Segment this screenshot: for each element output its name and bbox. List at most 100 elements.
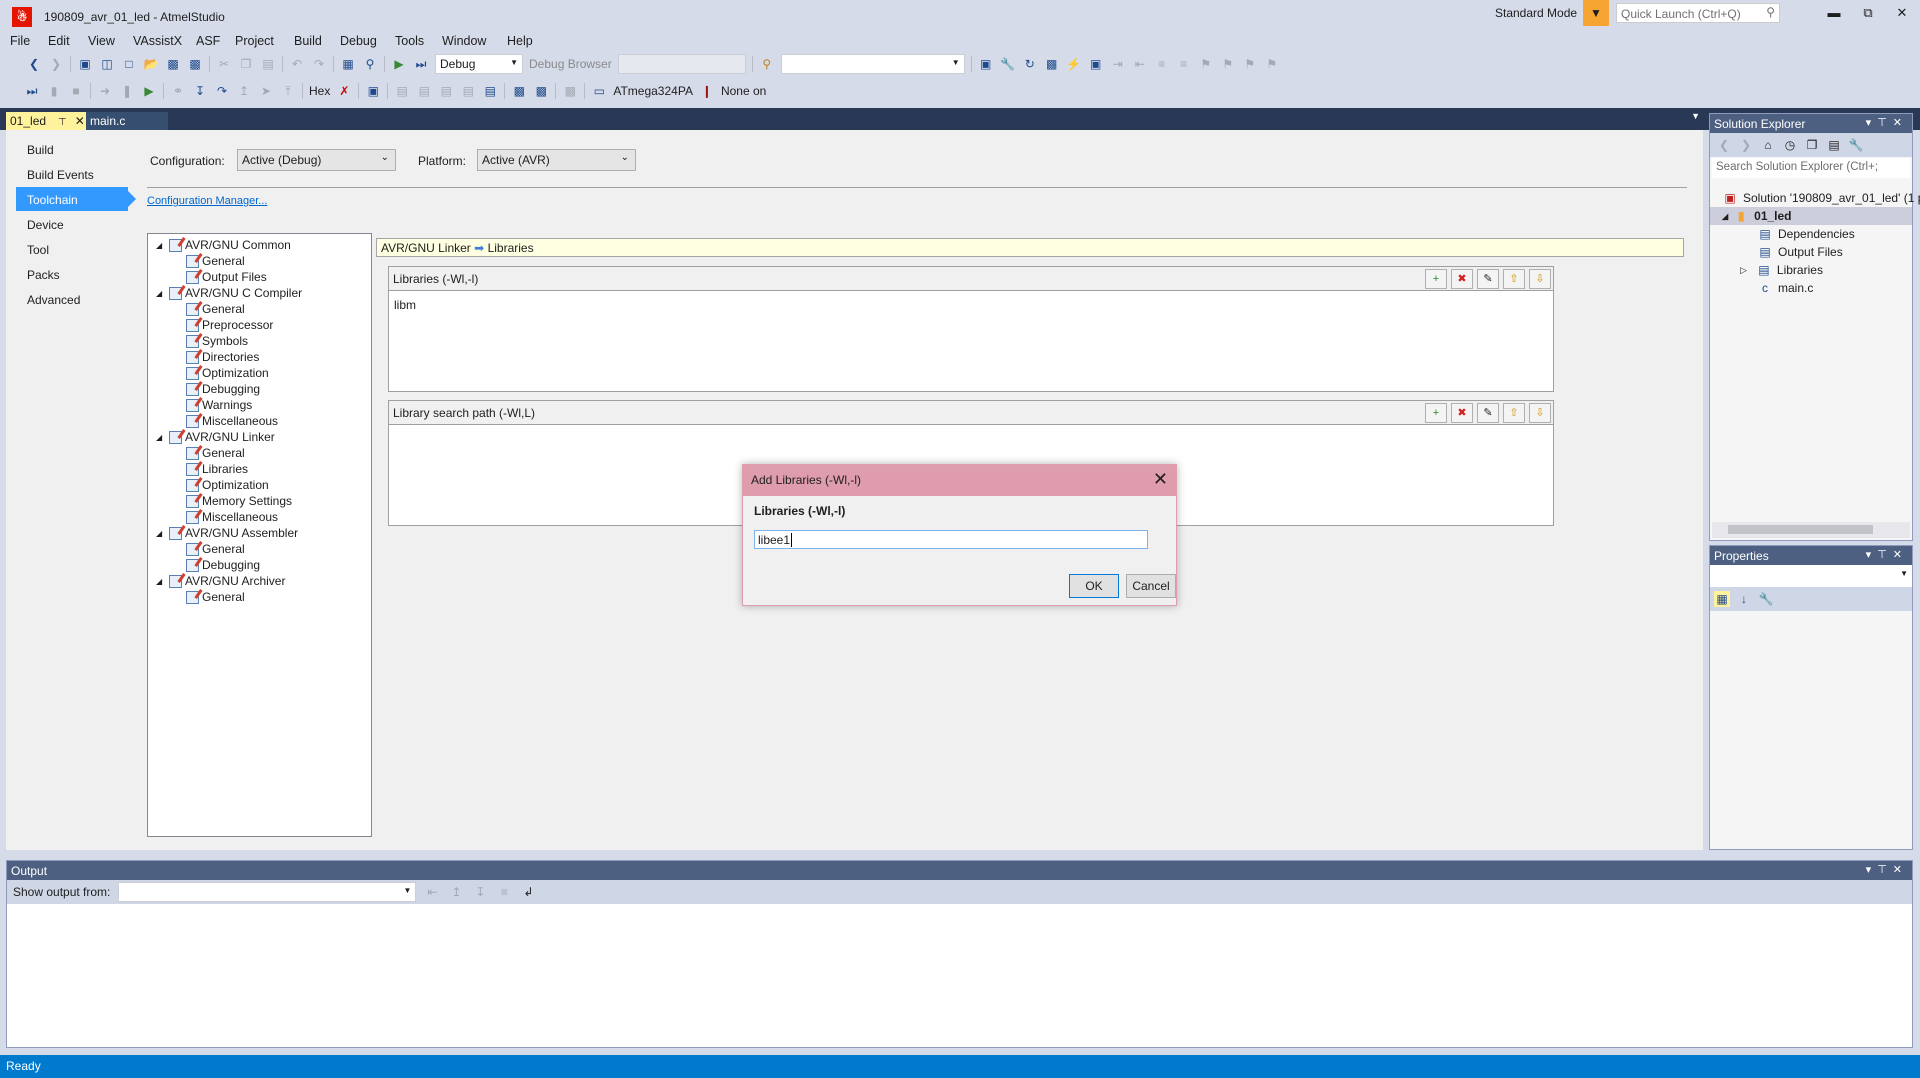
tab-main-c[interactable]: main.c [86, 112, 168, 130]
forward-icon[interactable]: ❯ [48, 56, 64, 72]
device-icon[interactable]: ▩ [1044, 56, 1060, 72]
nav-packs[interactable]: Packs [27, 268, 60, 282]
debug-browser-dropdown[interactable]: Debug Browser [529, 57, 612, 71]
save-icon[interactable]: ▩ [165, 56, 181, 72]
delete-item-button[interactable]: ✖ [1451, 403, 1473, 423]
disable-breakpoints-icon[interactable]: ✗ [336, 83, 352, 99]
add-item-button[interactable]: + [1425, 269, 1447, 289]
break-icon[interactable]: ▮ [46, 83, 62, 99]
tool-selector[interactable]: None on [721, 84, 766, 98]
cancel-button[interactable]: Cancel [1126, 574, 1176, 598]
open-file-icon[interactable]: 📂 [143, 56, 159, 72]
solution-search-input[interactable]: Search Solution Explorer (Ctrl+; [1712, 158, 1910, 178]
platform-select[interactable]: Active (AVR) ⌄ [477, 149, 636, 171]
nav-toolchain[interactable]: Toolchain [27, 193, 78, 207]
nav-build[interactable]: Build [27, 143, 54, 157]
menu-debug[interactable]: Debug [340, 34, 377, 48]
tree-item[interactable]: Symbols [186, 333, 248, 349]
io-view-icon[interactable]: ▤ [482, 83, 498, 99]
menu-build[interactable]: Build [294, 34, 322, 48]
debug-browser-combo[interactable] [617, 54, 746, 74]
ok-button[interactable]: OK [1069, 574, 1119, 598]
redo-icon[interactable]: ↷ [311, 56, 327, 72]
tree-item[interactable]: Optimization [186, 477, 269, 493]
copy-icon[interactable]: ❐ [238, 56, 254, 72]
move-down-button[interactable]: ⇩ [1529, 269, 1551, 289]
start-without-debugging-icon[interactable]: ⏭ [413, 56, 429, 72]
tree-item[interactable]: Optimization [186, 365, 269, 381]
windows-icon[interactable]: ▣ [365, 83, 381, 99]
hex-toggle[interactable]: Hex [309, 84, 330, 98]
menu-file[interactable]: File [10, 34, 30, 48]
expand-icon[interactable]: ◢ [156, 433, 166, 442]
nav-tool[interactable]: Tool [27, 243, 49, 257]
run-icon[interactable]: ▶ [141, 83, 157, 99]
menu-edit[interactable]: Edit [48, 34, 70, 48]
configuration-manager-link[interactable]: Configuration Manager... [147, 195, 267, 207]
refresh-icon[interactable]: ↻ [1022, 56, 1038, 72]
tree-item[interactable]: General [186, 301, 245, 317]
main-c-node[interactable]: c main.c [1757, 280, 1813, 296]
set-next-statement-icon[interactable]: ⤒ [280, 83, 296, 99]
properties-wrench-icon[interactable]: 🔧 [1848, 137, 1864, 153]
device-programming-icon[interactable]: ▩ [511, 83, 527, 99]
expand-icon[interactable]: ◢ [1722, 212, 1728, 221]
step-over-icon[interactable]: ↷ [214, 83, 230, 99]
clear-all-icon[interactable]: ≡ [496, 884, 512, 900]
menu-window[interactable]: Window [442, 34, 486, 48]
tab-01-led[interactable]: 01_led ⊤ ✕ [6, 112, 86, 130]
show-all-files-icon[interactable]: ▤ [1826, 137, 1842, 153]
program-icon[interactable]: ▩ [533, 83, 549, 99]
find-in-files-icon[interactable]: ⚲ [759, 56, 775, 72]
horizontal-scrollbar[interactable] [1712, 522, 1910, 538]
library-list-item[interactable]: libm [389, 291, 1553, 319]
tree-item[interactable]: General [186, 445, 245, 461]
next-message-icon[interactable]: ↧ [472, 884, 488, 900]
nav-build-events[interactable]: Build Events [27, 168, 94, 182]
cut-icon[interactable]: ✂ [216, 56, 232, 72]
tree-item[interactable]: Memory Settings [186, 493, 292, 509]
step-out-icon[interactable]: ↥ [236, 83, 252, 99]
edit-item-button[interactable]: ✎ [1477, 403, 1499, 423]
toolchain-tree[interactable]: ◢ AVR/GNU Common General Output Files ◢ AVR/G… [147, 233, 372, 837]
memory-icon[interactable]: ▤ [460, 83, 476, 99]
forward-icon[interactable]: ❯ [1738, 137, 1754, 153]
solution-node[interactable]: ▣ Solution '190809_avr_01_led' (1 p [1722, 190, 1920, 206]
clear-bookmarks-icon[interactable]: ⚑ [1264, 56, 1280, 72]
output-files-node[interactable]: ▤ Output Files [1757, 244, 1842, 260]
alphabetical-icon[interactable]: ↓ [1736, 591, 1752, 607]
undo-icon[interactable]: ↶ [289, 56, 305, 72]
next-bookmark-icon[interactable]: ⚑ [1242, 56, 1258, 72]
paste-icon[interactable]: ▤ [260, 56, 276, 72]
close-tab-icon[interactable]: ✕ [75, 114, 85, 128]
tree-item[interactable]: ◢ AVR/GNU Archiver [156, 573, 285, 589]
panel-controls-icon[interactable]: ▾⊤✕ [1866, 548, 1908, 561]
word-wrap-icon[interactable]: ↲ [520, 884, 536, 900]
reset-icon[interactable]: ⚭ [170, 83, 186, 99]
uncomment-icon[interactable]: ≡ [1176, 56, 1192, 72]
tree-item[interactable]: ◢ AVR/GNU C Compiler [156, 285, 302, 301]
expand-icon[interactable]: ▷ [1740, 265, 1747, 276]
vs-icon[interactable]: ▣ [978, 56, 994, 72]
processor-icon[interactable]: ▤ [438, 83, 454, 99]
registers-icon[interactable]: ▤ [416, 83, 432, 99]
tree-item[interactable]: General [186, 541, 245, 557]
step-into-icon[interactable]: ↧ [192, 83, 208, 99]
expand-icon[interactable]: ◢ [156, 577, 166, 586]
menu-vassistx[interactable]: VAssistX [133, 34, 182, 48]
menu-help[interactable]: Help [507, 34, 533, 48]
tree-item[interactable]: Output Files [186, 269, 267, 285]
wrench-icon[interactable]: 🔧 [1000, 56, 1016, 72]
tree-item[interactable]: ◢ AVR/GNU Linker [156, 429, 275, 445]
properties-object-dropdown[interactable]: ▼ [1710, 565, 1912, 587]
continue-icon[interactable]: ⏭ [24, 83, 40, 99]
disassembly-icon[interactable]: ▤ [394, 83, 410, 99]
menu-project[interactable]: Project [235, 34, 274, 48]
tree-item[interactable]: ◢ AVR/GNU Assembler [156, 525, 298, 541]
tree-item[interactable]: Libraries [186, 461, 248, 477]
back-icon[interactable]: ❮ [26, 56, 42, 72]
tree-item[interactable]: Miscellaneous [186, 413, 278, 429]
project-node[interactable]: ◢ ▮ 01_led [1722, 208, 1792, 224]
libraries-node[interactable]: ▷ ▤ Libraries [1740, 262, 1823, 278]
pause-icon[interactable]: ❚ [119, 83, 135, 99]
